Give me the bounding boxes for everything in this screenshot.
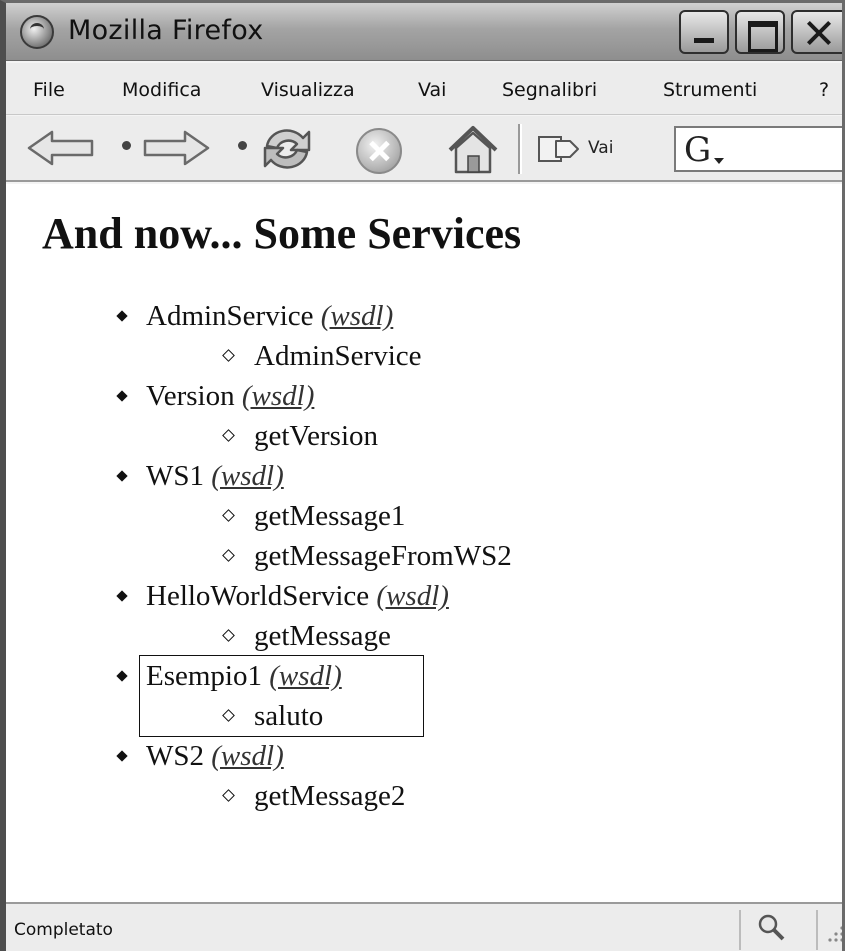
operation-item: getMessage xyxy=(6,616,512,656)
stop-icon[interactable] xyxy=(356,128,402,174)
service-name: AdminService xyxy=(146,300,314,332)
menu-segnalibri[interactable]: Segnalibri xyxy=(502,79,597,101)
bullet-disc-icon xyxy=(116,670,128,682)
operation-list: getMessage1 getMessageFromWS2 xyxy=(6,496,512,576)
magnifier-icon[interactable] xyxy=(756,912,786,942)
bullet-disc-icon xyxy=(116,750,128,762)
bullet-disc-icon xyxy=(116,590,128,602)
service-row: Version (wsdl) xyxy=(6,376,512,416)
status-separator xyxy=(816,910,818,950)
menu-strumenti[interactable]: Strumenti xyxy=(663,79,757,101)
service-name: Version xyxy=(146,380,235,412)
service-row: WS2 (wsdl) xyxy=(6,736,512,776)
wsdl-link[interactable]: (wsdl) xyxy=(269,660,342,692)
service-name: WS1 xyxy=(146,460,204,492)
search-box[interactable]: G xyxy=(674,126,842,172)
search-input[interactable] xyxy=(732,134,842,164)
wsdl-link[interactable]: (wsdl) xyxy=(321,300,394,332)
bullet-circle-icon xyxy=(222,509,235,522)
bullet-circle-icon xyxy=(222,349,235,362)
operation-item: AdminService xyxy=(6,336,512,376)
operation-list: getMessage2 xyxy=(6,776,512,816)
service-name: Esempio1 xyxy=(146,660,262,692)
menu-modifica[interactable]: Modifica xyxy=(122,79,201,101)
toolbar-separator xyxy=(518,124,522,174)
minimize-button[interactable] xyxy=(679,10,729,54)
browser-window: Mozilla Firefox File Modifica Visualizza… xyxy=(0,0,845,951)
back-arrow-icon[interactable] xyxy=(26,129,96,167)
operation-item: getMessage1 xyxy=(6,496,512,536)
bullet-circle-icon xyxy=(222,789,235,802)
bullet-circle-icon xyxy=(222,549,235,562)
search-engine-dropdown-icon[interactable] xyxy=(714,158,724,164)
resize-grip-icon[interactable] xyxy=(824,920,845,944)
status-bar: Completato xyxy=(6,902,842,951)
title-bar[interactable]: Mozilla Firefox xyxy=(6,3,842,61)
home-icon[interactable] xyxy=(446,124,500,176)
bullet-circle-icon xyxy=(222,629,235,642)
service-row: Esempio1 (wsdl) xyxy=(6,656,512,696)
menu-help[interactable]: ? xyxy=(819,79,829,101)
service-row: WS1 (wsdl) xyxy=(6,456,512,496)
google-search-icon[interactable]: G xyxy=(684,130,711,170)
service-item: WS1 (wsdl) getMessage1 getMessageFromWS2 xyxy=(6,456,512,576)
bullet-circle-icon xyxy=(222,709,235,722)
window-title: Mozilla Firefox xyxy=(68,15,264,46)
service-row: HelloWorldService (wsdl) xyxy=(6,576,512,616)
menu-file[interactable]: File xyxy=(33,79,65,101)
page-content: And now... Some Services AdminService (w… xyxy=(6,184,842,902)
navigation-toolbar: Vai G xyxy=(6,116,842,182)
bullet-circle-icon xyxy=(222,429,235,442)
operation-list: getVersion xyxy=(6,416,512,456)
operation-name: saluto xyxy=(254,700,324,732)
operation-name: getMessage1 xyxy=(254,500,406,532)
service-list: AdminService (wsdl) AdminService Version (… xyxy=(6,296,512,816)
service-row: AdminService (wsdl) xyxy=(6,296,512,336)
maximize-button[interactable] xyxy=(735,10,785,54)
status-separator xyxy=(739,910,741,950)
page-heading: And now... Some Services xyxy=(42,209,522,258)
go-icon[interactable] xyxy=(536,133,580,165)
menu-bar: File Modifica Visualizza Vai Segnalibri … xyxy=(6,63,842,115)
wsdl-link[interactable]: (wsdl) xyxy=(242,380,315,412)
forward-arrow-icon[interactable] xyxy=(141,129,211,167)
service-item: Version (wsdl) getVersion xyxy=(6,376,512,456)
service-item: AdminService (wsdl) AdminService xyxy=(6,296,512,376)
close-button[interactable] xyxy=(791,10,842,54)
operation-item: getMessageFromWS2 xyxy=(6,536,512,576)
operation-name: getVersion xyxy=(254,420,379,452)
service-item: Esempio1 (wsdl) saluto xyxy=(6,656,512,736)
menu-visualizza[interactable]: Visualizza xyxy=(261,79,355,101)
reload-icon[interactable] xyxy=(259,124,315,174)
operation-name: getMessage xyxy=(254,620,391,652)
bullet-disc-icon xyxy=(116,310,128,322)
wsdl-link[interactable]: (wsdl) xyxy=(376,580,449,612)
operation-list: saluto xyxy=(6,696,512,736)
operation-name: getMessage2 xyxy=(254,780,406,812)
go-button-label[interactable]: Vai xyxy=(588,138,613,158)
bullet-disc-icon xyxy=(116,390,128,402)
operation-list: getMessage xyxy=(6,616,512,656)
forward-dropdown-icon[interactable] xyxy=(238,141,247,150)
service-name: WS2 xyxy=(146,740,204,772)
status-text: Completato xyxy=(14,920,113,940)
operation-name: AdminService xyxy=(254,340,422,372)
firefox-logo-icon xyxy=(20,15,54,49)
back-dropdown-icon[interactable] xyxy=(122,141,131,150)
wsdl-link[interactable]: (wsdl) xyxy=(211,460,284,492)
service-name: HelloWorldService xyxy=(146,580,370,612)
service-item: HelloWorldService (wsdl) getMessage xyxy=(6,576,512,656)
operation-item: getMessage2 xyxy=(6,776,512,816)
bullet-disc-icon xyxy=(116,470,128,482)
operation-list: AdminService xyxy=(6,336,512,376)
service-item: WS2 (wsdl) getMessage2 xyxy=(6,736,512,816)
operation-name: getMessageFromWS2 xyxy=(254,540,512,572)
operation-item: getVersion xyxy=(6,416,512,456)
operation-item: saluto xyxy=(6,696,512,736)
wsdl-link[interactable]: (wsdl) xyxy=(211,740,284,772)
menu-vai[interactable]: Vai xyxy=(418,79,446,101)
